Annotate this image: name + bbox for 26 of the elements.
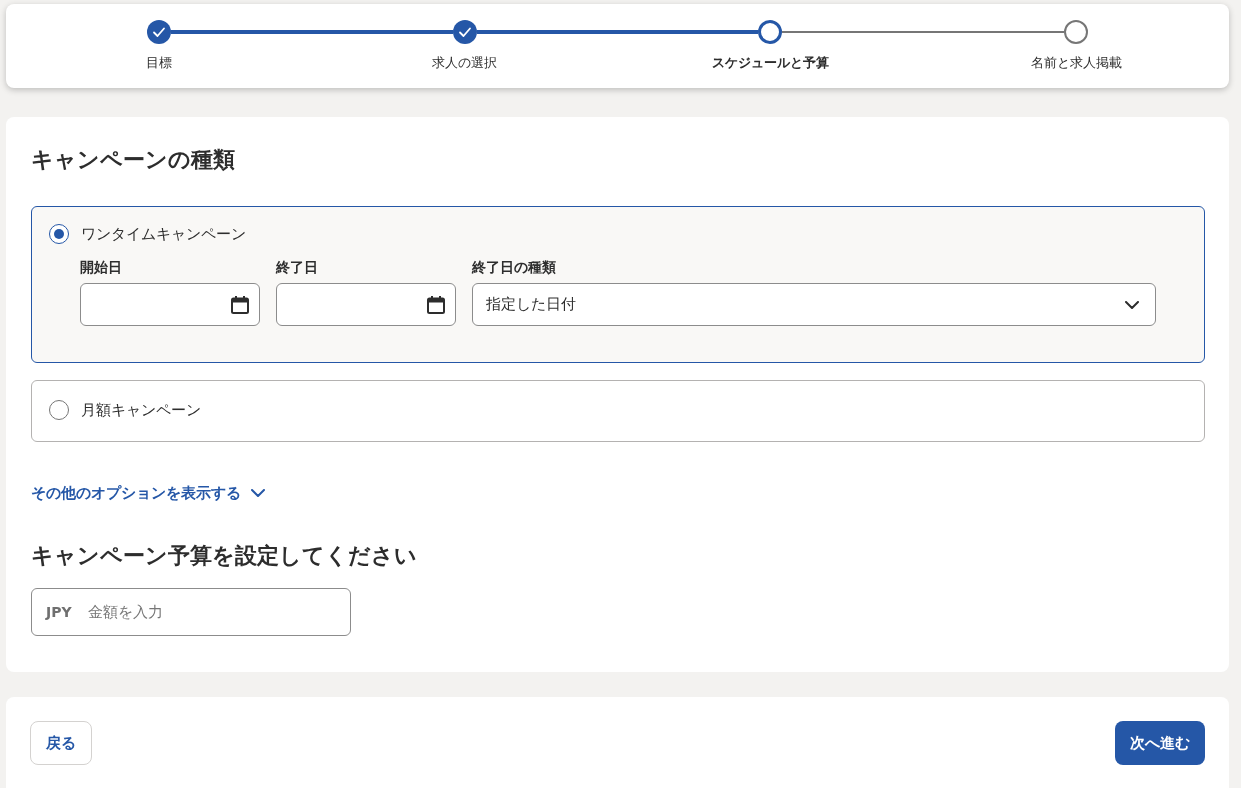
next-button[interactable]: 次へ進む [1115, 721, 1205, 765]
option-card[interactable]: ワンタイムキャンペーン 開始日 終了日 終了日の種類 指定した日付 [31, 206, 1205, 363]
calendar-icon[interactable] [231, 295, 249, 314]
calendar-icon[interactable] [427, 295, 445, 314]
option-card[interactable]: 月額キャンペーン [31, 380, 1205, 442]
step-label: 名前と求人掲載 [1030, 54, 1122, 72]
step-label: 求人の選択 [432, 54, 498, 72]
dropdown[interactable]: 指定した日付 [472, 283, 1156, 326]
chevron-down-icon [251, 489, 265, 497]
section-title: キャンペーンの種類 [31, 146, 236, 174]
option-label: 月額キャンペーン [81, 400, 201, 420]
section-title: キャンペーン予算を設定してください [31, 542, 418, 570]
field-label: 開始日 [80, 258, 123, 277]
back-button[interactable]: 戻る [30, 721, 92, 765]
chevron-down-icon [1125, 300, 1139, 309]
field-label: 終了日 [276, 258, 319, 277]
radio-button[interactable] [49, 224, 69, 244]
date-field[interactable] [80, 283, 260, 326]
option-label: ワンタイムキャンペーン [81, 224, 246, 244]
step-label: スケジュールと予算 [711, 54, 829, 72]
radio-button[interactable] [49, 400, 69, 420]
step-label: 目標 [145, 54, 172, 72]
date-field[interactable] [276, 283, 456, 326]
currency-label: JPY [46, 604, 72, 620]
show-more-link[interactable]: その他のオプションを表示する [31, 482, 265, 504]
field-label: 終了日の種類 [472, 258, 557, 277]
